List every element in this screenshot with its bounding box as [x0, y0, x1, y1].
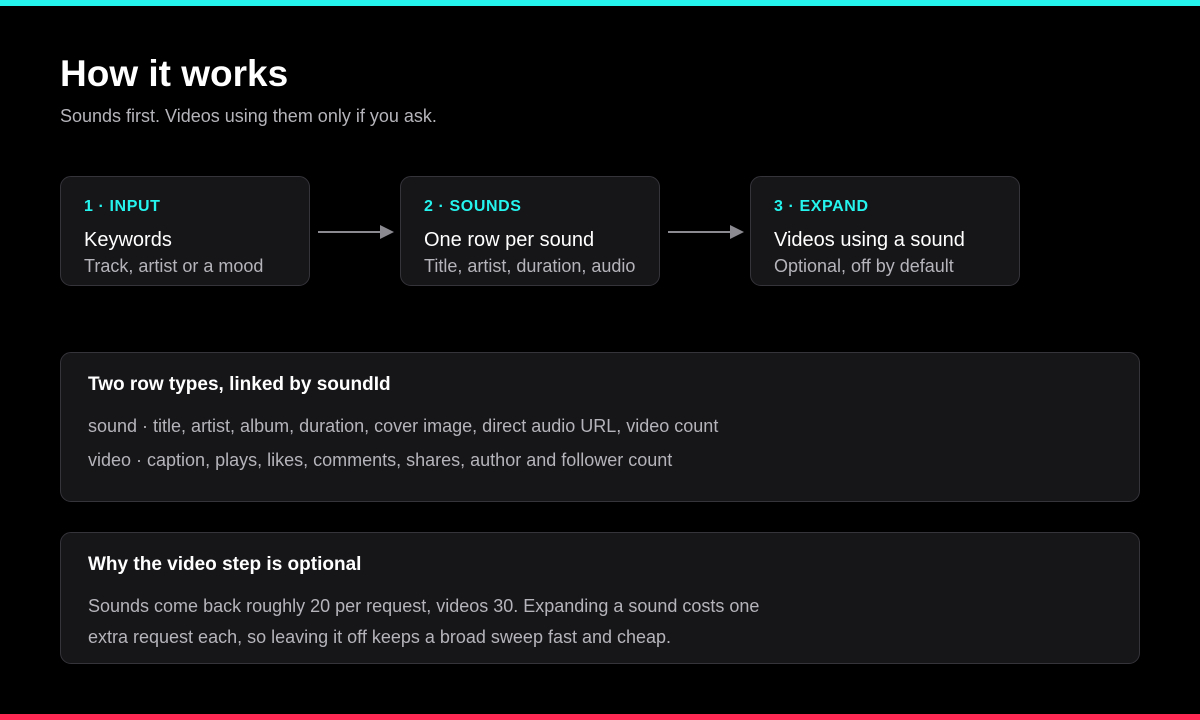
step-description: Optional, off by default	[774, 256, 954, 276]
step-label: 1 · INPUT	[84, 198, 161, 215]
top-accent-bar	[0, 0, 1200, 6]
page-title: How it works	[60, 53, 289, 94]
step-title: One row per sound	[424, 229, 595, 251]
step-title: Keywords	[84, 229, 172, 251]
step-description: Track, artist or a mood	[84, 256, 264, 276]
panel-title: Why the video step is optional	[88, 554, 362, 575]
optional-step-panel: Why the video step is optional Sounds co…	[60, 532, 1140, 664]
step-card-expand: 3 · EXPAND Videos using a sound Optional…	[750, 176, 1020, 286]
panel-text-line: Sounds come back roughly 20 per request,…	[88, 596, 760, 616]
step-label: 2 · SOUNDS	[424, 198, 522, 215]
panel-text-line: extra request each, so leaving it off ke…	[88, 627, 672, 647]
page-subtitle: Sounds first. Videos using them only if …	[60, 106, 437, 126]
arrow-right-icon	[668, 225, 744, 239]
arrow-right-icon	[318, 225, 394, 239]
step-label: 3 · EXPAND	[774, 198, 869, 215]
bottom-accent-bar	[0, 714, 1200, 720]
panel-text-line: video · caption, plays, likes, comments,…	[88, 450, 673, 470]
panel-text-line: sound · title, artist, album, duration, …	[88, 416, 719, 436]
step-card-sounds: 2 · SOUNDS One row per sound Title, arti…	[400, 176, 660, 286]
step-card-input: 1 · INPUT Keywords Track, artist or a mo…	[60, 176, 310, 286]
step-description: Title, artist, duration, audio	[424, 256, 636, 276]
row-types-panel: Two row types, linked by soundId sound ·…	[60, 352, 1140, 502]
step-title: Videos using a sound	[774, 229, 965, 251]
panel-title: Two row types, linked by soundId	[88, 374, 391, 395]
